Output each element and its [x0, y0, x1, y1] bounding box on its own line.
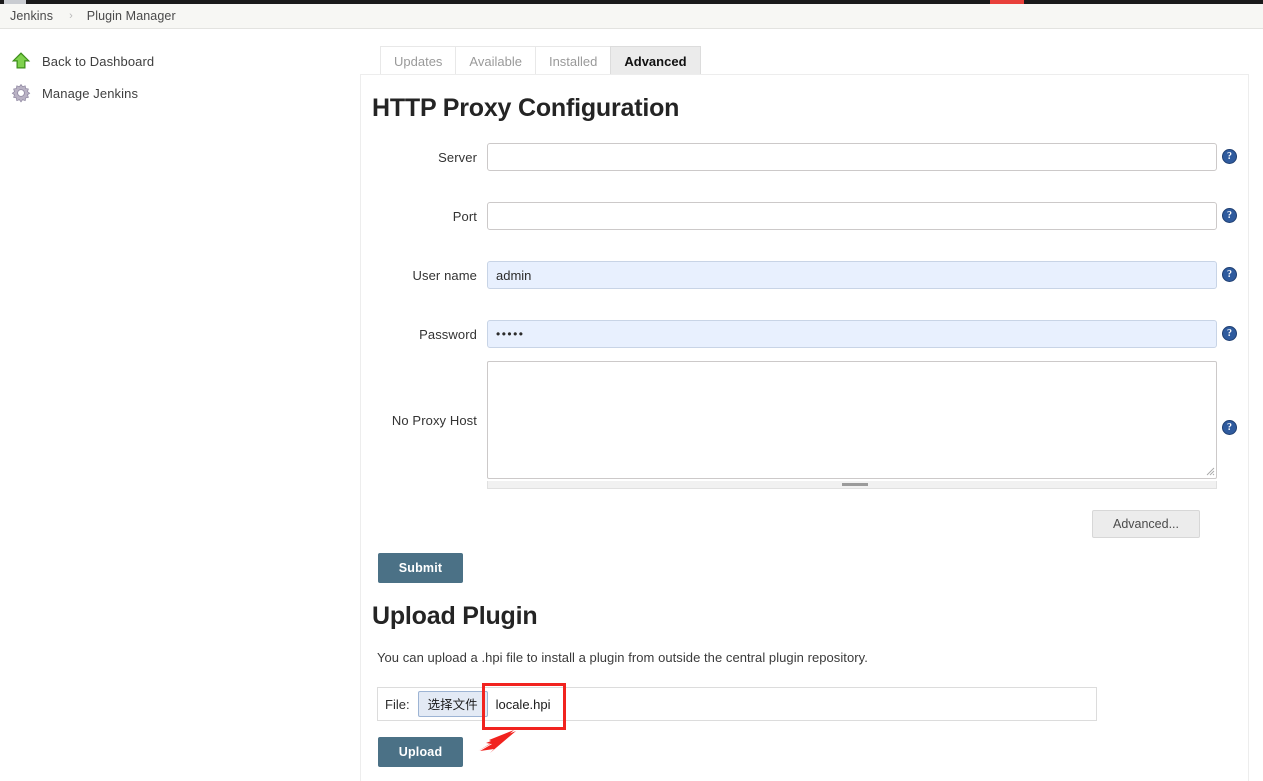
label-server: Server	[438, 149, 477, 165]
form-row-server: Server	[372, 143, 1238, 171]
plugin-manager-tabs: Updates Available Installed Advanced	[380, 46, 701, 75]
form-row-username: User name	[372, 261, 1238, 289]
sidebar-item-manage-jenkins[interactable]: Manage Jenkins	[0, 77, 350, 109]
label-no-proxy-host: No Proxy Host	[391, 412, 477, 428]
gear-icon	[10, 82, 32, 104]
breadcrumb-separator-icon: ›	[69, 10, 73, 22]
up-arrow-icon	[10, 50, 32, 72]
horizontal-scrollbar[interactable]	[487, 481, 1217, 489]
help-icon-password[interactable]: ?	[1222, 326, 1237, 341]
form-row-no-proxy-host: No Proxy Host	[372, 361, 1238, 489]
tab-updates[interactable]: Updates	[380, 46, 456, 75]
main-content-panel: HTTP Proxy Configuration Server ? Port ?…	[360, 74, 1249, 781]
help-icon-port[interactable]: ?	[1222, 208, 1237, 223]
breadcrumb: Jenkins › Plugin Manager	[0, 4, 1263, 29]
choose-file-button[interactable]: 选择文件	[417, 691, 488, 717]
scrollbar-thumb[interactable]	[842, 483, 868, 486]
server-input[interactable]	[487, 143, 1217, 171]
help-icon-server[interactable]: ?	[1222, 149, 1237, 164]
sidebar: Back to Dashboard Manage Jenkins	[0, 30, 350, 781]
breadcrumb-item-plugin-manager[interactable]: Plugin Manager	[87, 9, 176, 23]
tab-installed[interactable]: Installed	[534, 46, 611, 75]
label-password: Password	[419, 326, 477, 342]
file-input-row: File: 选择文件 locale.hpi	[377, 687, 1097, 721]
help-icon-no-proxy-host[interactable]: ?	[1222, 420, 1237, 435]
label-file: File:	[385, 696, 410, 712]
no-proxy-host-textarea[interactable]	[487, 361, 1217, 479]
sidebar-item-label: Back to Dashboard	[42, 53, 155, 69]
selected-file-name: locale.hpi	[495, 696, 551, 712]
sidebar-item-label: Manage Jenkins	[42, 85, 139, 101]
label-port: Port	[452, 208, 477, 224]
upload-description: You can upload a .hpi file to install a …	[377, 650, 868, 665]
file-picker[interactable]: 选择文件 locale.hpi	[417, 691, 551, 717]
submit-button[interactable]: Submit	[378, 553, 463, 583]
tab-available[interactable]: Available	[455, 46, 535, 75]
form-row-password: Password	[372, 320, 1238, 348]
password-input[interactable]	[487, 320, 1217, 348]
page-title-upload-plugin: Upload Plugin	[372, 602, 538, 630]
sidebar-item-back-to-dashboard[interactable]: Back to Dashboard	[0, 45, 350, 77]
breadcrumb-item-jenkins[interactable]: Jenkins	[10, 9, 53, 23]
advanced-button[interactable]: Advanced...	[1092, 510, 1200, 538]
form-row-port: Port	[372, 202, 1238, 230]
label-username: User name	[412, 267, 477, 283]
page-title-http-proxy: HTTP Proxy Configuration	[372, 94, 680, 122]
tab-advanced[interactable]: Advanced	[610, 46, 701, 75]
port-input[interactable]	[487, 202, 1217, 230]
help-icon-username[interactable]: ?	[1222, 267, 1237, 282]
upload-button[interactable]: Upload	[378, 737, 463, 767]
username-input[interactable]	[487, 261, 1217, 289]
